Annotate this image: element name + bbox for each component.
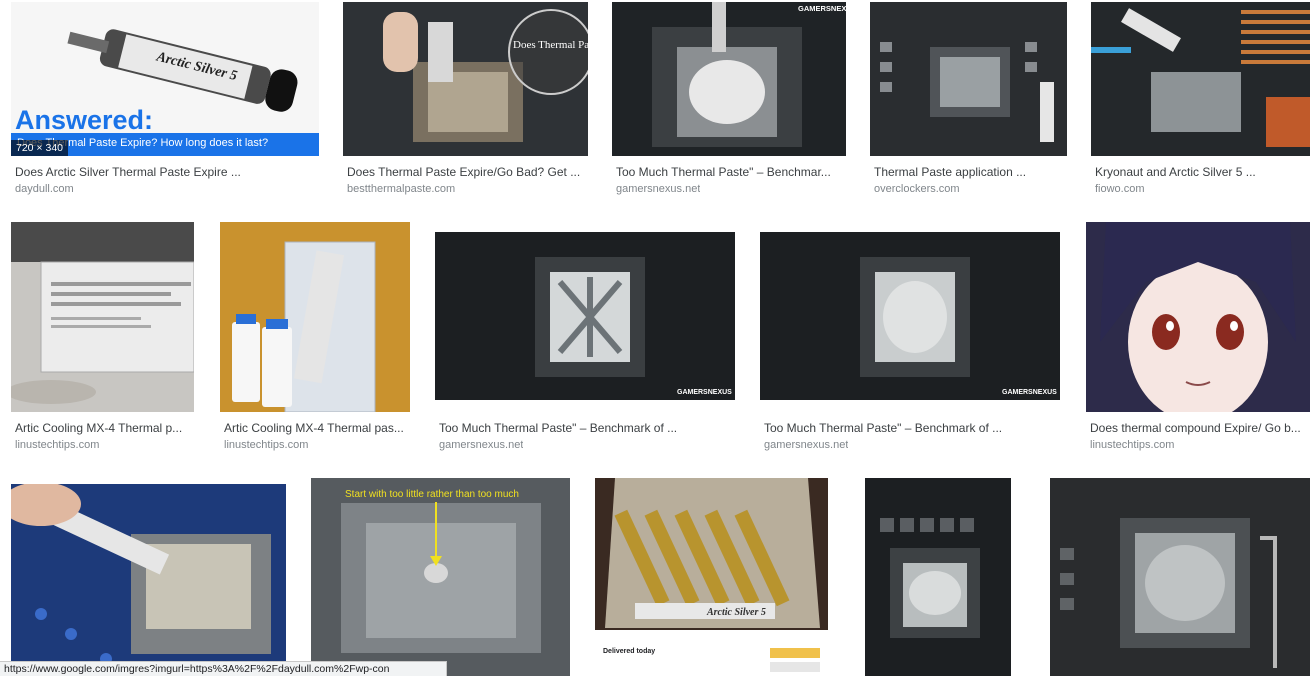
receipt-text: Delivered today xyxy=(603,648,655,655)
result-title[interactable]: Too Much Thermal Paste" – Benchmark of .… xyxy=(439,421,734,435)
result-tile[interactable] xyxy=(865,478,1011,676)
overlay-title: Answered: xyxy=(15,105,153,135)
result-title[interactable]: Kryonaut and Arctic Silver 5 ... xyxy=(1095,165,1307,179)
mx4-bottles-photo xyxy=(220,222,410,412)
result-tile[interactable]: Arctic Silver 5 Delivered today xyxy=(595,478,828,676)
result-tile[interactable]: Start with too little rather than too mu… xyxy=(311,478,570,676)
paste-spread-photo: GAMERSNEXUS xyxy=(760,232,1060,400)
product-label: Arctic Silver 5 xyxy=(706,607,766,618)
paste-blob-photo: GAMERSNEX xyxy=(612,2,846,156)
watermark: GAMERSNEX xyxy=(798,4,846,13)
result-tile[interactable] xyxy=(11,484,286,676)
result-thumbnail[interactable] xyxy=(1091,2,1310,156)
result-thumbnail[interactable]: GAMERSNEX xyxy=(612,2,846,156)
motherboard-photo xyxy=(870,2,1067,156)
result-thumbnail[interactable]: Start with too little rather than too mu… xyxy=(311,478,570,676)
result-thumbnail[interactable] xyxy=(1086,222,1310,412)
result-tile[interactable]: Arctic Silver 5 Answered: Does Thermal P… xyxy=(11,2,319,202)
watermark: GAMERSNEXUS xyxy=(677,389,732,396)
result-thumbnail[interactable]: Arctic Silver 5 Answered: Does Thermal P… xyxy=(11,2,319,156)
result-title[interactable]: Artic Cooling MX-4 Thermal pas... xyxy=(224,421,410,435)
result-title[interactable]: Too Much Thermal Paste" – Benchmark of .… xyxy=(764,421,1059,435)
result-thumbnail[interactable] xyxy=(11,484,286,676)
result-title[interactable]: Thermal Paste application ... xyxy=(874,165,1064,179)
anime-character-image xyxy=(1086,222,1310,412)
image-dimensions: 720 × 340 xyxy=(11,140,69,156)
result-tile[interactable] xyxy=(1050,478,1310,676)
result-tile[interactable]: Artic Cooling MX-4 Thermal pas... linust… xyxy=(220,222,410,458)
result-domain: linustechtips.com xyxy=(1090,439,1175,451)
result-domain: bestthermalpaste.com xyxy=(347,183,456,195)
result-title[interactable]: Does thermal compound Expire/ Go b... xyxy=(1090,421,1310,435)
result-domain: linustechtips.com xyxy=(224,439,309,451)
result-domain: linustechtips.com xyxy=(15,439,100,451)
result-thumbnail[interactable]: Does Thermal Paste Expire xyxy=(343,2,588,156)
result-tile[interactable]: Does Thermal Paste Expire Does Thermal P… xyxy=(343,2,588,202)
motherboard-kryonaut-photo xyxy=(1091,2,1310,156)
result-tile[interactable]: Kryonaut and Arctic Silver 5 ... fiowo.c… xyxy=(1091,2,1310,202)
syringe-image: Arctic Silver 5 Answered: Does Thermal P… xyxy=(11,2,319,156)
applying-paste-photo xyxy=(11,484,286,676)
spread-paste-socket-photo xyxy=(1050,478,1310,676)
result-thumbnail[interactable] xyxy=(220,222,410,412)
cpu-socket-photo xyxy=(865,478,1011,676)
result-tile[interactable]: GAMERSNEXUS Too Much Thermal Paste" – Be… xyxy=(435,232,735,458)
mx4-package-photo xyxy=(11,222,194,412)
result-tile[interactable]: Artic Cooling MX-4 Thermal p... linustec… xyxy=(11,222,194,458)
result-domain: gamersnexus.net xyxy=(764,439,849,451)
result-tile[interactable]: Does thermal compound Expire/ Go b... li… xyxy=(1086,222,1310,458)
small-dot-paste-photo: Start with too little rather than too mu… xyxy=(311,478,570,676)
result-tile[interactable]: Thermal Paste application ... overclocke… xyxy=(870,2,1067,202)
result-domain: gamersnexus.net xyxy=(439,439,524,451)
result-title[interactable]: Too Much Thermal Paste" – Benchmar... xyxy=(616,165,844,179)
result-tile[interactable]: GAMERSNEXUS Too Much Thermal Paste" – Be… xyxy=(760,232,1060,458)
paste-pattern-photo: GAMERSNEXUS xyxy=(435,232,735,400)
overlay-text: Does Thermal Paste Expire xyxy=(513,39,588,51)
result-thumbnail[interactable]: GAMERSNEXUS xyxy=(435,232,735,400)
watermark: GAMERSNEXUS xyxy=(1002,389,1057,396)
result-domain: gamersnexus.net xyxy=(616,183,701,195)
result-title[interactable]: Does Arctic Silver Thermal Paste Expire … xyxy=(15,165,315,179)
result-domain: daydull.com xyxy=(15,183,74,195)
overlay-text: Start with too little rather than too mu… xyxy=(345,489,519,500)
syringes-bag-photo: Arctic Silver 5 Delivered today xyxy=(595,478,828,676)
result-title[interactable]: Artic Cooling MX-4 Thermal p... xyxy=(15,421,193,435)
status-bar-url: https://www.google.com/imgres?imgurl=htt… xyxy=(0,661,447,676)
result-domain: overclockers.com xyxy=(874,183,960,195)
result-thumbnail[interactable] xyxy=(870,2,1067,156)
result-thumbnail[interactable]: GAMERSNEXUS xyxy=(760,232,1060,400)
cpu-photo: Does Thermal Paste Expire xyxy=(343,2,588,156)
result-thumbnail[interactable] xyxy=(11,222,194,412)
result-title[interactable]: Does Thermal Paste Expire/Go Bad? Get ..… xyxy=(347,165,587,179)
result-thumbnail[interactable]: Arctic Silver 5 Delivered today xyxy=(595,478,828,676)
result-thumbnail[interactable] xyxy=(865,478,1011,676)
result-domain: fiowo.com xyxy=(1095,183,1145,195)
result-thumbnail[interactable] xyxy=(1050,478,1310,676)
result-tile[interactable]: GAMERSNEX Too Much Thermal Paste" – Benc… xyxy=(612,2,846,202)
